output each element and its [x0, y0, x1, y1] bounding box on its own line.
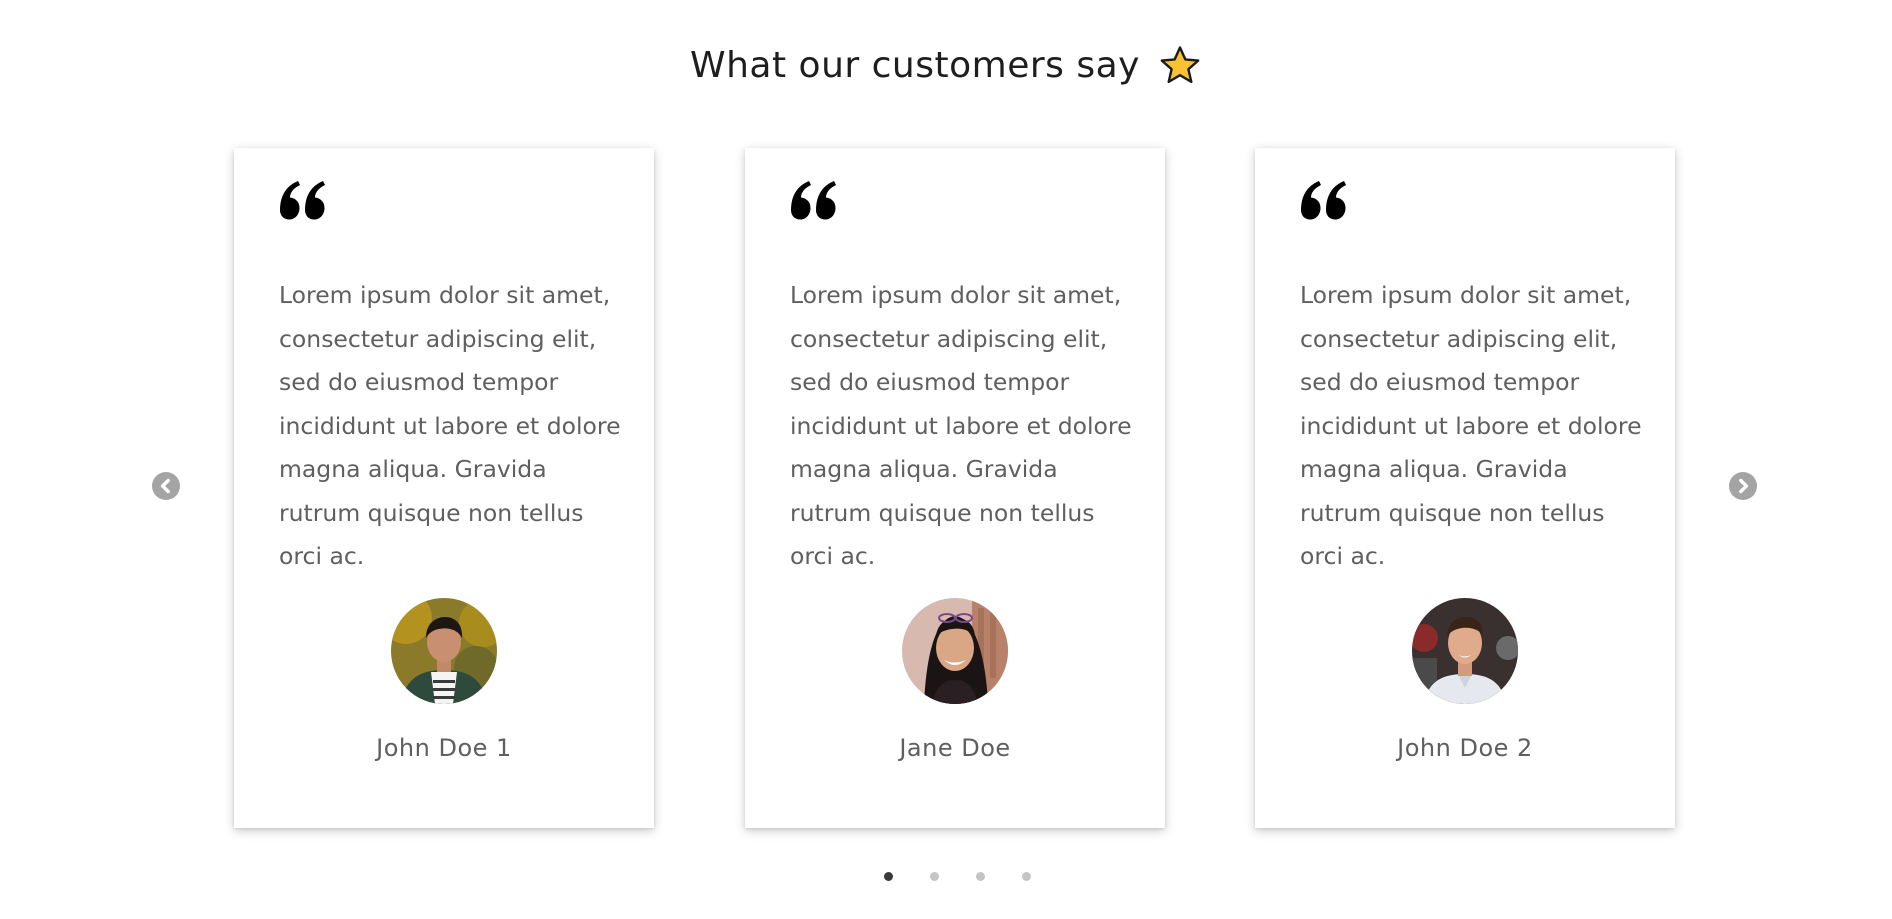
pagination-dot-4[interactable]	[1021, 872, 1031, 881]
testimonial-text: Lorem ipsum dolor sit amet, consectetur …	[279, 281, 621, 570]
testimonial-text: Lorem ipsum dolor sit amet, consectetur …	[1300, 281, 1642, 570]
carousel-pagination	[0, 872, 1892, 881]
next-slide-button[interactable]	[1729, 472, 1757, 500]
pagination-dot-2[interactable]	[929, 872, 939, 881]
quote-icon	[280, 181, 325, 220]
chevron-left-icon	[160, 478, 170, 494]
customer-name: John Doe 2	[1397, 734, 1533, 762]
pagination-dot-1[interactable]	[883, 872, 893, 881]
quote-icon	[791, 181, 836, 220]
quote-icon	[1301, 181, 1346, 220]
testimonial-card: Lorem ipsum dolor sit amet, consectetur …	[745, 148, 1165, 828]
testimonial-text: Lorem ipsum dolor sit amet, consectetur …	[790, 281, 1132, 570]
customer-name: John Doe 1	[376, 734, 512, 762]
testimonial-card: Lorem ipsum dolor sit amet, consectetur …	[1255, 148, 1675, 828]
testimonial-carousel: Lorem ipsum dolor sit amet, consectetur …	[0, 0, 1892, 919]
previous-slide-button[interactable]	[152, 472, 180, 500]
avatar	[1412, 598, 1518, 704]
chevron-right-icon	[1739, 478, 1749, 494]
customer-name: Jane Doe	[899, 734, 1011, 762]
avatar	[902, 598, 1008, 704]
pagination-dot-3[interactable]	[975, 872, 985, 881]
testimonial-card: Lorem ipsum dolor sit amet, consectetur …	[234, 148, 654, 828]
avatar	[391, 598, 497, 704]
